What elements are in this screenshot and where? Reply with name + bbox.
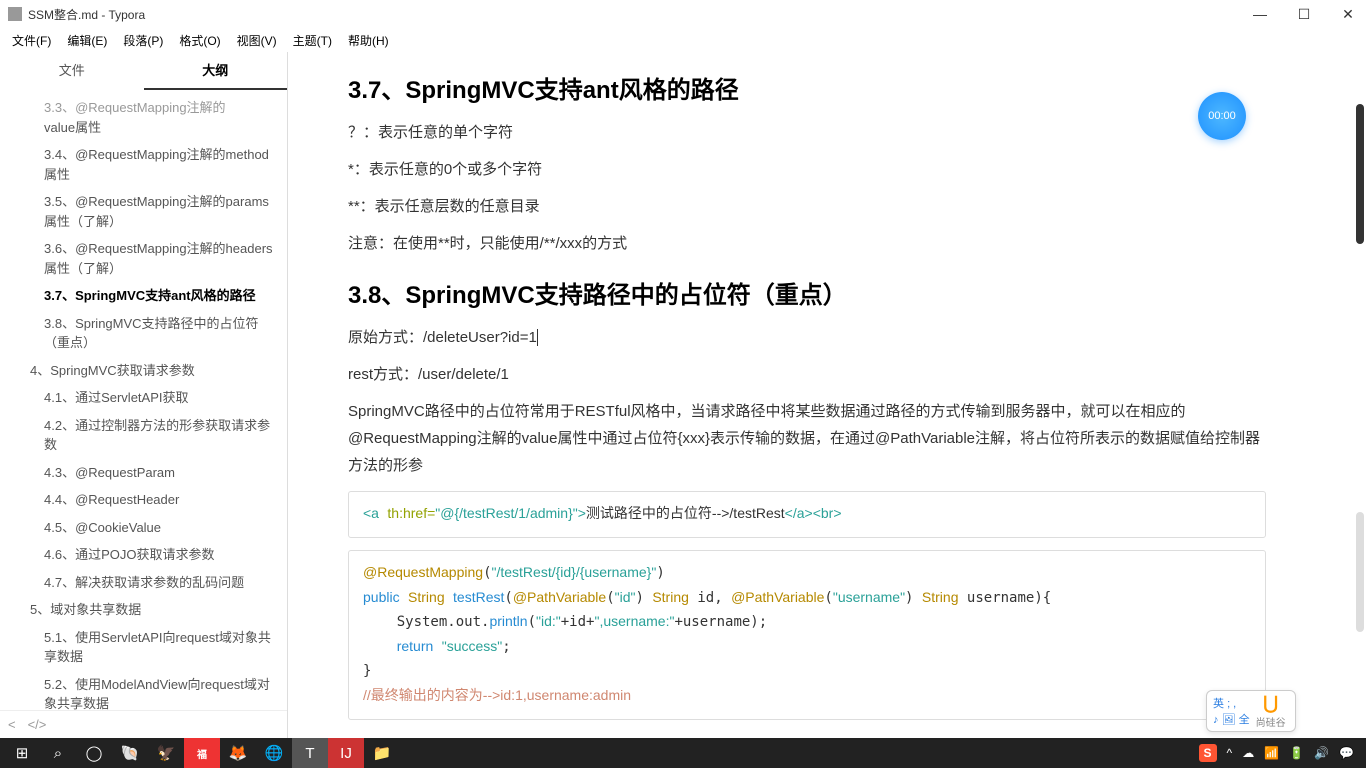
- ime-lang: 英: [1213, 698, 1224, 710]
- taskbar: ⊞ ⌕ ◯ 🐚 🦅 福 🦊 🌐 T IJ 📁 S ^ ☁ 📶 🔋 🔊 💬: [0, 738, 1366, 768]
- outline-item[interactable]: 4.5、@CookieValue: [0, 514, 287, 542]
- para-q: ？：表示任意的单个字符: [348, 119, 1266, 146]
- outline-item[interactable]: 3.4、@RequestMapping注解的method属性: [0, 141, 287, 188]
- menu-file[interactable]: 文件(F): [6, 30, 57, 51]
- outline-item[interactable]: 3.5、@RequestMapping注解的params属性（了解）: [0, 188, 287, 235]
- outline-item[interactable]: 4.3、@RequestParam: [0, 459, 287, 487]
- window-title: SSM整合.md - Typora: [28, 6, 145, 23]
- heading-3-7: 3.7、SpringMVC支持ant风格的路径: [348, 70, 1266, 105]
- system-tray: S ^ ☁ 📶 🔋 🔊 💬: [1199, 744, 1362, 762]
- para-desc: SpringMVC路径中的占位符常用于RESTful风格中，当请求路径中将某些数…: [348, 398, 1266, 479]
- outline-item[interactable]: 5.1、使用ServletAPI向request域对象共享数据: [0, 624, 287, 671]
- tray-up-icon[interactable]: ^: [1227, 746, 1233, 760]
- menu-bar: 文件(F) 编辑(E) 段落(P) 格式(O) 视图(V) 主题(T) 帮助(H…: [0, 28, 1366, 52]
- idea-icon[interactable]: IJ: [328, 738, 364, 768]
- sidebar: 文件 大纲 3.3、@RequestMapping注解的value属性3.4、@…: [0, 52, 288, 738]
- app-icon: [8, 7, 22, 21]
- firefox-icon[interactable]: 🦊: [220, 738, 256, 768]
- cortana-icon[interactable]: ◯: [76, 738, 112, 768]
- para-note: 注意：在使用**时，只能使用/**/xxx的方式: [348, 230, 1266, 257]
- code-block-html[interactable]: <a th:href="@{/testRest/1/admin}">测试路径中的…: [348, 491, 1266, 538]
- outline-item[interactable]: value属性: [0, 114, 287, 142]
- para-orig: 原始方式：/deleteUser?id=1: [348, 324, 1266, 351]
- outline-item[interactable]: 3.7、SpringMVC支持ant风格的路径: [0, 282, 287, 310]
- menu-theme[interactable]: 主题(T): [287, 30, 338, 51]
- tab-outline[interactable]: 大纲: [144, 52, 288, 90]
- outline-item[interactable]: 3.6、@RequestMapping注解的headers属性（了解）: [0, 235, 287, 282]
- para-dstar: **：表示任意层数的任意目录: [348, 193, 1266, 220]
- explorer-icon[interactable]: 📁: [364, 738, 400, 768]
- menu-edit[interactable]: 编辑(E): [61, 30, 113, 51]
- tab-files[interactable]: 文件: [0, 52, 144, 90]
- typora-icon[interactable]: T: [292, 738, 328, 768]
- code-block-java[interactable]: @RequestMapping("/testRest/{id}/{usernam…: [348, 550, 1266, 720]
- para-star: *：表示任意的0个或多个字符: [348, 156, 1266, 183]
- ime-floating-bar[interactable]: 英 ; , ♪ 🖼 全 ⋃ 尚硅谷: [1206, 690, 1296, 732]
- search-icon[interactable]: ⌕: [40, 738, 76, 768]
- editor-content[interactable]: 00:00 3.7、SpringMVC支持ant风格的路径 ？：表示任意的单个字…: [288, 52, 1366, 738]
- outline-list[interactable]: 3.3、@RequestMapping注解的value属性3.4、@Reques…: [0, 90, 287, 710]
- outline-item[interactable]: 5、域对象共享数据: [0, 596, 287, 624]
- menu-help[interactable]: 帮助(H): [342, 30, 395, 51]
- outline-item[interactable]: 4.6、通过POJO获取请求参数: [0, 541, 287, 569]
- app-2[interactable]: 🦅: [148, 738, 184, 768]
- maximize-button[interactable]: ☐: [1294, 6, 1314, 23]
- heading-3-8: 3.8、SpringMVC支持路径中的占位符（重点）: [348, 275, 1266, 310]
- timer-badge[interactable]: 00:00: [1198, 92, 1246, 140]
- collapse-icon[interactable]: <: [8, 717, 16, 732]
- scrollbar-thumb-lower[interactable]: [1356, 512, 1364, 632]
- outline-item[interactable]: 4.7、解决获取请求参数的乱码问题: [0, 569, 287, 597]
- brand-icon: ⋃: [1256, 693, 1286, 714]
- start-button[interactable]: ⊞: [4, 738, 40, 768]
- app-3[interactable]: 福: [184, 738, 220, 768]
- outline-item[interactable]: 3.8、SpringMVC支持路径中的占位符（重点）: [0, 310, 287, 357]
- app-1[interactable]: 🐚: [112, 738, 148, 768]
- outline-item[interactable]: 4.2、通过控制器方法的形参获取请求参数: [0, 412, 287, 459]
- sidebar-tabs: 文件 大纲: [0, 52, 287, 90]
- brand-label: 尚硅谷: [1256, 714, 1286, 729]
- scrollbar-thumb[interactable]: [1356, 104, 1364, 244]
- title-bar: SSM整合.md - Typora — ☐ ✕: [0, 0, 1366, 28]
- tray-battery-icon[interactable]: 🔋: [1289, 746, 1304, 760]
- tray-cloud-icon[interactable]: ☁: [1242, 746, 1254, 760]
- sidebar-footer: < </>: [0, 710, 287, 738]
- close-button[interactable]: ✕: [1338, 6, 1358, 23]
- tray-volume-icon[interactable]: 🔊: [1314, 746, 1329, 760]
- menu-format[interactable]: 格式(O): [173, 30, 226, 51]
- outline-item[interactable]: 4、SpringMVC获取请求参数: [0, 357, 287, 385]
- window-controls: — ☐ ✕: [1250, 6, 1358, 23]
- menu-view[interactable]: 视图(V): [231, 30, 283, 51]
- ime-full: 全: [1239, 714, 1250, 726]
- minimize-button[interactable]: —: [1250, 6, 1270, 23]
- menu-paragraph[interactable]: 段落(P): [117, 30, 169, 51]
- outline-item[interactable]: 4.1、通过ServletAPI获取: [0, 384, 287, 412]
- code-mode-icon[interactable]: </>: [28, 717, 47, 732]
- outline-item[interactable]: 4.4、@RequestHeader: [0, 486, 287, 514]
- outline-item[interactable]: 5.2、使用ModelAndView向request域对象共享数据: [0, 671, 287, 711]
- tray-wifi-icon[interactable]: 📶: [1264, 746, 1279, 760]
- sogou-ime-icon[interactable]: S: [1199, 744, 1217, 762]
- para-rest: rest方式：/user/delete/1: [348, 361, 1266, 388]
- chrome-icon[interactable]: 🌐: [256, 738, 292, 768]
- tray-notify-icon[interactable]: 💬: [1339, 746, 1354, 760]
